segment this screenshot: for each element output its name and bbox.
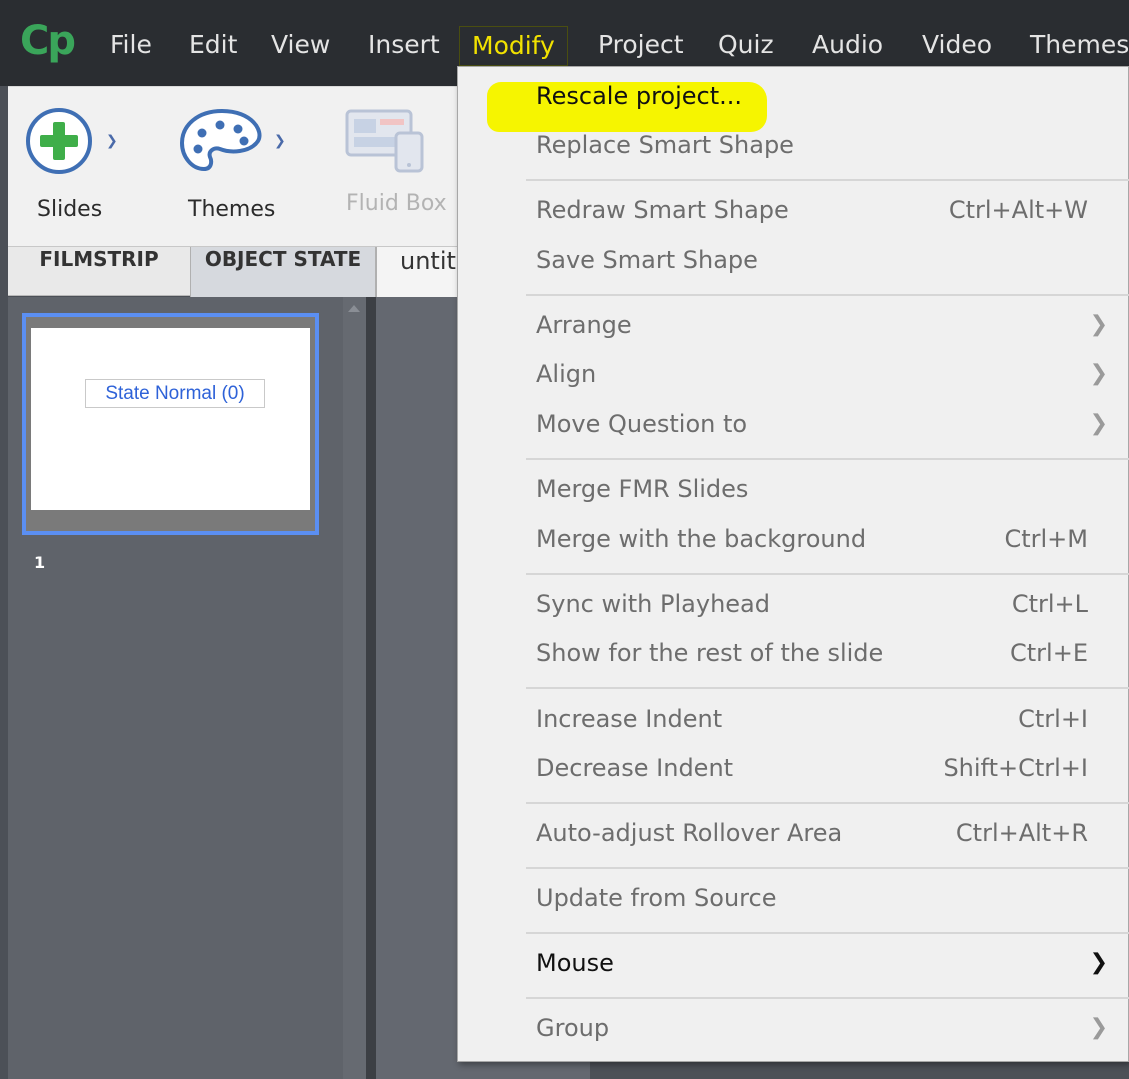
menu-item-mouse[interactable]: Mouse ❯ (458, 941, 1128, 989)
menu-separator (526, 458, 1129, 460)
menu-item-label: Align (536, 360, 597, 388)
menu-item-shortcut: Ctrl+E (1010, 639, 1088, 667)
menu-item-label: Sync with Playhead (536, 590, 770, 618)
menu-item-label: Group (536, 1014, 610, 1042)
menu-separator (526, 573, 1129, 575)
menu-item-sync-with-playhead[interactable]: Sync with Playhead Ctrl+L (458, 582, 1128, 630)
tab-filmstrip[interactable]: FILMSTRIP (8, 247, 190, 297)
menu-item-label: Rescale project... (536, 82, 743, 110)
menu-item-label: Increase Indent (536, 705, 723, 733)
chevron-right-icon: ❯ (1089, 950, 1108, 975)
menu-item-show-for-rest-of-slide[interactable]: Show for the rest of the slide Ctrl+E (458, 631, 1128, 679)
menu-item-shortcut: Ctrl+Alt+R (955, 819, 1088, 847)
slide-number: 1 (34, 553, 46, 572)
menu-edit[interactable]: Edit (189, 26, 237, 66)
themes-button[interactable]: ❯ (178, 107, 288, 187)
menu-item-redraw-smart-shape[interactable]: Redraw Smart Shape Ctrl+Alt+W (458, 188, 1128, 236)
filmstrip-scrollbar[interactable] (343, 297, 366, 1079)
slides-button[interactable]: ❯ (24, 107, 134, 187)
menu-item-replace-smart-shape[interactable]: Replace Smart Shape (458, 123, 1128, 171)
modify-menu: Rescale project... Replace Smart Shape R… (457, 66, 1129, 1062)
menu-item-merge-with-background[interactable]: Merge with the background Ctrl+M (458, 517, 1128, 565)
menu-separator (526, 294, 1129, 296)
menu-item-label: Decrease Indent (536, 754, 734, 782)
menu-item-label: Mouse (536, 949, 614, 977)
fluid-box-button[interactable] (344, 107, 454, 187)
menu-separator (526, 687, 1129, 689)
chevron-down-icon: ❯ (106, 133, 118, 149)
filmstrip-panel: State Normal (0) 1 (8, 297, 366, 1079)
menu-item-move-question-to[interactable]: Move Question to ❯ (458, 402, 1128, 450)
menu-item-label: Move Question to (536, 410, 748, 438)
toolbar: ❯ Slides ❯ Themes Fluid Box (8, 86, 460, 246)
fluid-box-label: Fluid Box (346, 191, 447, 216)
chevron-right-icon: ❯ (1089, 361, 1108, 386)
menu-item-save-smart-shape[interactable]: Save Smart Shape (458, 238, 1128, 286)
themes-label: Themes (188, 197, 276, 222)
menu-item-decrease-indent[interactable]: Decrease Indent Shift+Ctrl+I (458, 746, 1128, 794)
panel-tabs: FILMSTRIP OBJECT STATE untit (8, 246, 460, 297)
menu-separator (526, 867, 1129, 869)
menu-item-merge-fmr-slides[interactable]: Merge FMR Slides (458, 467, 1128, 515)
menu-item-label: Arrange (536, 311, 632, 339)
menu-file[interactable]: File (110, 26, 152, 66)
scroll-up-icon[interactable] (348, 305, 360, 312)
captivate-logo: Cp (20, 18, 76, 64)
panel-divider[interactable] (366, 297, 376, 1079)
chevron-down-icon: ❯ (274, 133, 286, 149)
menu-item-label: Save Smart Shape (536, 246, 758, 274)
menu-item-group[interactable]: Group ❯ (458, 1006, 1128, 1054)
menu-separator (526, 997, 1129, 999)
menu-item-auto-adjust-rollover[interactable]: Auto-adjust Rollover Area Ctrl+Alt+R (458, 811, 1128, 859)
menu-item-shortcut: Ctrl+M (1004, 525, 1088, 553)
menu-item-shortcut: Ctrl+I (1018, 705, 1088, 733)
menu-modify[interactable]: Modify (459, 26, 568, 66)
menu-item-shortcut: Shift+Ctrl+I (943, 754, 1088, 782)
menu-item-label: Redraw Smart Shape (536, 196, 789, 224)
menu-item-label: Show for the rest of the slide (536, 639, 884, 667)
add-slide-icon (26, 108, 92, 174)
slide-thumbnail[interactable]: State Normal (0) (22, 313, 319, 535)
slide-preview: State Normal (0) (31, 328, 310, 510)
state-label: State Normal (0) (85, 379, 265, 408)
menu-separator (526, 179, 1129, 181)
fluid-box-icon (345, 109, 424, 173)
menu-item-label: Merge FMR Slides (536, 475, 749, 503)
menu-item-label: Update from Source (536, 884, 777, 912)
menu-audio[interactable]: Audio (812, 26, 883, 66)
menu-item-update-from-source[interactable]: Update from Source (458, 876, 1128, 924)
menu-item-label: Merge with the background (536, 525, 867, 553)
menu-video[interactable]: Video (922, 26, 992, 66)
menu-item-label: Auto-adjust Rollover Area (536, 819, 843, 847)
tab-object-state[interactable]: OBJECT STATE (190, 247, 376, 297)
menu-separator (526, 802, 1129, 804)
slides-label: Slides (37, 197, 103, 222)
palette-icon (179, 108, 262, 172)
menu-themes[interactable]: Themes (1030, 26, 1129, 66)
chevron-right-icon: ❯ (1089, 312, 1108, 337)
menu-view[interactable]: View (271, 26, 330, 66)
menu-item-align[interactable]: Align ❯ (458, 352, 1128, 400)
menu-item-shortcut: Ctrl+Alt+W (948, 196, 1088, 224)
menu-item-arrange[interactable]: Arrange ❯ (458, 303, 1128, 351)
chevron-right-icon: ❯ (1089, 411, 1108, 436)
tab-document[interactable]: untit (376, 247, 460, 297)
menu-quiz[interactable]: Quiz (718, 26, 774, 66)
menu-item-label: Replace Smart Shape (536, 131, 794, 159)
menu-project[interactable]: Project (598, 26, 684, 66)
menu-item-increase-indent[interactable]: Increase Indent Ctrl+I (458, 697, 1128, 745)
chevron-right-icon: ❯ (1089, 1015, 1108, 1040)
menu-insert[interactable]: Insert (368, 26, 440, 66)
menu-item-shortcut: Ctrl+L (1011, 590, 1088, 618)
menu-separator (526, 932, 1129, 934)
menu-item-rescale-project[interactable]: Rescale project... (458, 74, 1128, 122)
